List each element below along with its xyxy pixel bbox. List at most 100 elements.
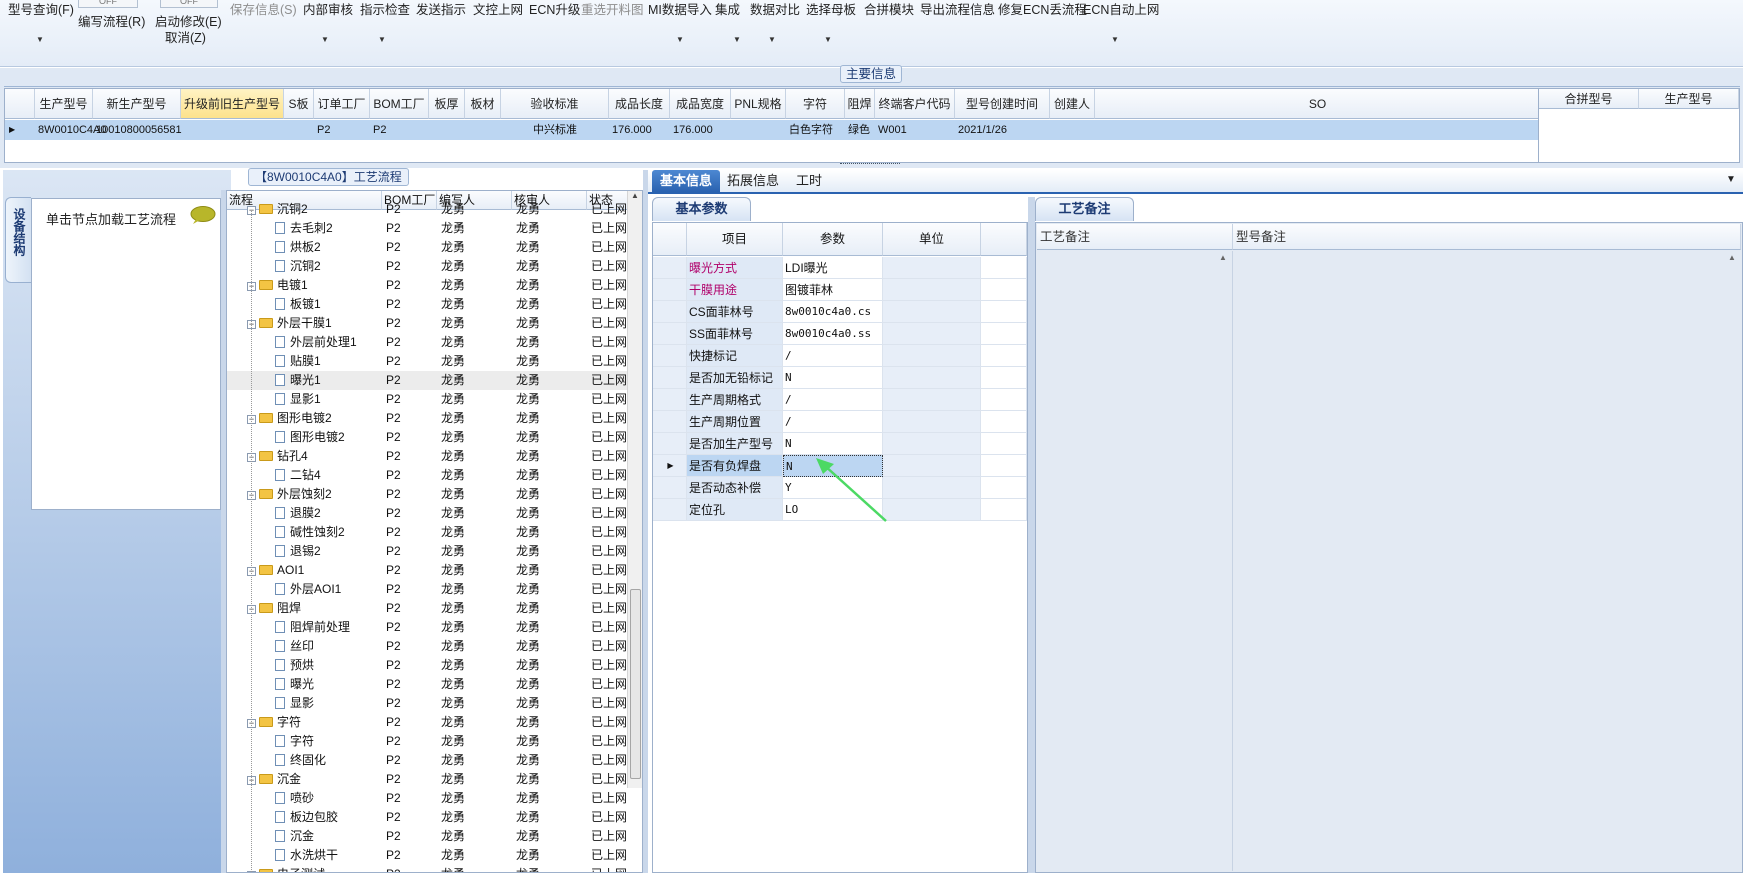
column-header[interactable]: 型号创建时间 bbox=[955, 89, 1050, 119]
scroll-up-icon[interactable]: ▲ bbox=[631, 191, 639, 200]
column-header[interactable]: 成品长度 bbox=[609, 89, 670, 119]
toolbar-item-17[interactable]: ECN自动上网 bbox=[1083, 0, 1159, 20]
tree-row[interactable]: − AOI1 P2 龙勇 龙勇 已上网 bbox=[227, 561, 627, 580]
table-cell[interactable] bbox=[284, 120, 314, 140]
tree-row[interactable]: 曝光 P2 龙勇 龙勇 已上网 bbox=[227, 675, 627, 694]
toolbar-item-8[interactable]: ECN升级 bbox=[529, 0, 580, 20]
chevron-down-icon[interactable]: ▼ bbox=[321, 35, 329, 44]
toolbar-item-10[interactable]: MI数据导入 bbox=[648, 0, 712, 20]
column-header[interactable]: 字符 bbox=[786, 89, 845, 119]
toolbar-item-11[interactable]: 集成 bbox=[715, 0, 740, 20]
param-unit[interactable] bbox=[883, 499, 981, 521]
tree-row[interactable]: 水洗烘干 P2 龙勇 龙勇 已上网 bbox=[227, 846, 627, 865]
tree-row[interactable]: 终固化 P2 龙勇 龙勇 已上网 bbox=[227, 751, 627, 770]
toolbar-toggle-2[interactable]: OFF bbox=[160, 0, 218, 8]
tree-row[interactable]: 预烘 P2 龙勇 龙勇 已上网 bbox=[227, 656, 627, 675]
tree-row[interactable]: − 字符 P2 龙勇 龙勇 已上网 bbox=[227, 713, 627, 732]
main-info-grid[interactable]: 生产型号 新生产型号 升级前旧生产型号 S板 订单工厂 BOM工厂 板厚 板材 验收标准 成品长度… bbox=[4, 88, 1541, 163]
param-row[interactable]: SS面菲林号 8w0010c4a0.ss bbox=[653, 323, 1029, 345]
param-value[interactable]: / bbox=[783, 345, 883, 367]
toolbar-item-16[interactable]: 修复ECN丢流程 bbox=[998, 0, 1087, 20]
table-cell[interactable]: W001 bbox=[875, 120, 955, 140]
tree-row[interactable]: 二钻4 P2 龙勇 龙勇 已上网 bbox=[227, 466, 627, 485]
tree-row[interactable]: 外层前处理1 P2 龙勇 龙勇 已上网 bbox=[227, 333, 627, 352]
toolbar-item-3[interactable]: 保存信息(S) bbox=[230, 0, 297, 20]
chevron-down-icon[interactable]: ▼ bbox=[733, 35, 741, 44]
param-value[interactable]: LDI曝光 bbox=[783, 257, 883, 279]
table-cell[interactable]: 2021/1/26 bbox=[955, 120, 1050, 140]
param-column-header[interactable]: 单位 bbox=[883, 223, 981, 256]
param-unit[interactable] bbox=[883, 389, 981, 411]
column-header[interactable]: BOM工厂 bbox=[370, 89, 429, 119]
tree-row[interactable]: 丝印 P2 龙勇 龙勇 已上网 bbox=[227, 637, 627, 656]
note2-scroll-up-icon[interactable]: ▲ bbox=[1728, 253, 1736, 262]
tree-row[interactable]: − 电镀1 P2 龙勇 龙勇 已上网 bbox=[227, 276, 627, 295]
merge-column-header[interactable]: 生产型号 bbox=[1639, 89, 1739, 109]
tree-row[interactable]: − 外层蚀刻2 P2 龙勇 龙勇 已上网 bbox=[227, 485, 627, 504]
tree-row[interactable]: 烘板2 P2 龙勇 龙勇 已上网 bbox=[227, 238, 627, 257]
tree-row[interactable]: 显影1 P2 龙勇 龙勇 已上网 bbox=[227, 390, 627, 409]
toolbar-item-14[interactable]: 合拼模块 bbox=[864, 0, 914, 20]
table-cell[interactable] bbox=[465, 120, 501, 140]
table-cell[interactable] bbox=[181, 120, 284, 140]
table-cell[interactable]: 绿色 bbox=[845, 120, 875, 140]
param-value[interactable]: N bbox=[783, 367, 883, 389]
toolbar-item-1[interactable]: 编写流程(R) bbox=[78, 12, 145, 32]
toolbar-item-13[interactable]: 选择母板 bbox=[806, 0, 856, 20]
merge-info-grid[interactable]: 合拼型号 生产型号 bbox=[1538, 88, 1740, 163]
basic-params-grid[interactable]: 项目 参数 单位 曝光方式 LDI曝光 干膜用途 图镀菲林 CS面菲林号 8w0010c4a0.… bbox=[652, 222, 1028, 873]
table-cell[interactable]: 176.000 bbox=[670, 120, 731, 140]
column-header[interactable]: S板 bbox=[284, 89, 314, 119]
param-unit[interactable] bbox=[883, 323, 981, 345]
toolbar-toggle-1[interactable]: OFF bbox=[78, 0, 138, 8]
param-unit[interactable] bbox=[883, 411, 981, 433]
column-header[interactable]: 终端客户代码 bbox=[875, 89, 955, 119]
tree-row[interactable]: 板边包胶 P2 龙勇 龙勇 已上网 bbox=[227, 808, 627, 827]
right-splitter[interactable] bbox=[1028, 197, 1035, 873]
param-row[interactable]: 曝光方式 LDI曝光 bbox=[653, 257, 1029, 279]
tree-row[interactable]: 字符 P2 龙勇 龙勇 已上网 bbox=[227, 732, 627, 751]
tree-row[interactable]: − 沉金 P2 龙勇 龙勇 已上网 bbox=[227, 770, 627, 789]
tree-row[interactable]: 沉铜2 P2 龙勇 龙勇 已上网 bbox=[227, 257, 627, 276]
table-cell[interactable]: P2 bbox=[370, 120, 429, 140]
tree-row[interactable]: 喷砂 P2 龙勇 龙勇 已上网 bbox=[227, 789, 627, 808]
param-column-header[interactable]: 参数 bbox=[783, 223, 883, 256]
param-value[interactable]: 8w0010c4a0.cs bbox=[783, 301, 883, 323]
param-row[interactable]: 生产周期格式 / bbox=[653, 389, 1029, 411]
tab-dropdown-icon[interactable]: ▼ bbox=[1726, 174, 1736, 185]
param-unit[interactable] bbox=[883, 345, 981, 367]
structure-tree-pane[interactable]: 单击节点加载工艺流程 bbox=[31, 198, 221, 510]
param-value[interactable]: 图镀菲林 bbox=[783, 279, 883, 301]
tree-row[interactable]: 去毛刺2 P2 龙勇 龙勇 已上网 bbox=[227, 219, 627, 238]
column-header[interactable]: 创建人 bbox=[1050, 89, 1095, 119]
chevron-down-icon[interactable]: ▼ bbox=[36, 35, 44, 44]
tree-row[interactable]: 显影 P2 龙勇 龙勇 已上网 bbox=[227, 694, 627, 713]
column-header[interactable]: PNL规格 bbox=[731, 89, 786, 119]
table-cell[interactable]: 白色字符 bbox=[786, 120, 845, 140]
param-row[interactable]: 生产周期位置 / bbox=[653, 411, 1029, 433]
merge-column-header[interactable]: 合拼型号 bbox=[1539, 89, 1639, 109]
tab-equipment-structure[interactable]: 设备结构 bbox=[5, 197, 31, 283]
table-cell[interactable] bbox=[1095, 120, 1541, 140]
param-unit[interactable] bbox=[883, 301, 981, 323]
chevron-down-icon[interactable]: ▼ bbox=[1111, 35, 1119, 44]
table-cell[interactable] bbox=[1050, 120, 1095, 140]
column-header[interactable]: 成品宽度 bbox=[670, 89, 731, 119]
param-unit[interactable] bbox=[883, 477, 981, 499]
toolbar-item-12[interactable]: 数据对比 bbox=[750, 0, 800, 20]
tree-row[interactable]: −电子测试P2龙勇龙勇已上网 bbox=[227, 865, 627, 872]
note-scroll-up-icon[interactable]: ▲ bbox=[1219, 253, 1227, 262]
model-note-field[interactable] bbox=[1233, 251, 1741, 871]
process-tree-grid[interactable]: 流程BOM工厂编写人核审人状态▲−沉铜2P2龙勇龙勇已上网去毛刺2P2龙勇龙勇已… bbox=[226, 190, 643, 873]
param-row[interactable]: 快捷标记 / bbox=[653, 345, 1029, 367]
column-header[interactable]: 生产型号 bbox=[35, 89, 93, 119]
tree-row[interactable]: 外层AOI1 P2 龙勇 龙勇 已上网 bbox=[227, 580, 627, 599]
tab-0[interactable]: 基本信息 bbox=[652, 170, 721, 192]
table-cell[interactable]: 8W0010C4A0 bbox=[35, 120, 107, 140]
table-cell[interactable]: P2 bbox=[314, 120, 370, 140]
middle-splitter[interactable] bbox=[643, 170, 648, 873]
toolbar-item-0[interactable]: 型号查询(F) bbox=[8, 0, 74, 20]
tree-row[interactable]: 阻焊前处理 P2 龙勇 龙勇 已上网 bbox=[227, 618, 627, 637]
tree-row[interactable]: − 图形电镀2 P2 龙勇 龙勇 已上网 bbox=[227, 409, 627, 428]
param-value[interactable]: / bbox=[783, 389, 883, 411]
